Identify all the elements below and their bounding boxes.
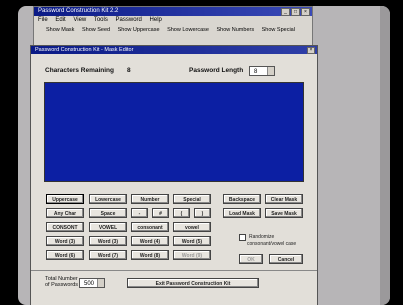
desktop-edge [380,6,390,305]
password-length-label: Password Length [189,67,244,74]
randomize-label-2: consonant/vowel case [247,241,297,247]
word-6-button[interactable]: Word (6) [46,250,84,260]
show-lowercase-button[interactable]: Show Lowercase [167,27,209,33]
show-mask-button[interactable]: Show Mask [46,27,74,33]
menu-bar: File Edit View Tools Password Help [34,16,312,25]
special-button[interactable]: Special [173,194,211,204]
close-icon[interactable]: × [301,8,310,16]
show-numbers-button[interactable]: Show Numbers [216,27,254,33]
editor-titlebar[interactable]: Password Construction Kit - Mask Editor … [31,46,317,54]
vowel-button[interactable]: vowel [173,222,211,232]
menu-password[interactable]: Password [116,17,142,23]
maximize-icon[interactable]: □ [291,8,300,16]
number-button[interactable]: Number [131,194,169,204]
total-number-label-2: of Passwords [45,282,79,288]
characters-remaining-value: 8 [127,67,131,74]
clear-mask-button[interactable]: Clear Mask [265,194,303,204]
any-char-button[interactable]: Any Char [46,208,84,218]
vowel-upper-button[interactable]: VOWEL [89,222,127,232]
consont-button[interactable]: CONSONT [46,222,84,232]
menu-view[interactable]: View [73,17,86,23]
characters-remaining-label: Characters Remaining [45,67,114,74]
total-spinner-arrows-icon[interactable] [97,279,104,287]
word-3-button[interactable]: Word (3) [46,236,84,246]
main-window: Password Construction Kit 2.2 _ □ × File… [33,6,313,46]
toolbar: Show Mask Show Seed Show Uppercase Show … [34,25,312,35]
consonant-button[interactable]: consonant [131,222,169,232]
mask-display[interactable] [44,82,304,182]
menu-file[interactable]: File [38,17,48,23]
show-uppercase-button[interactable]: Show Uppercase [118,27,160,33]
uppercase-button[interactable]: Uppercase [46,194,84,204]
open-bracket-button[interactable]: ( [173,208,190,218]
backspace-button[interactable]: Backspace [223,194,261,204]
hash-button[interactable]: # [152,208,169,218]
show-special-button[interactable]: Show Special [262,27,295,33]
main-titlebar[interactable]: Password Construction Kit 2.2 _ □ × [34,7,312,16]
total-number-spinner[interactable]: 500 [79,278,105,288]
space-button[interactable]: Space [89,208,127,218]
minimize-icon[interactable]: _ [281,8,290,16]
password-length-spinner[interactable]: 8 [249,66,275,76]
show-seed-button[interactable]: Show Seed [82,27,110,33]
word-3b-button[interactable]: Word (3) [89,236,127,246]
randomize-label-1: Randomize [249,234,275,240]
randomize-checkbox[interactable] [239,234,246,241]
exit-button[interactable]: Exit Password Construction Kit [127,278,259,288]
word-8-button[interactable]: Word (8) [131,250,169,260]
menu-tools[interactable]: Tools [94,17,108,23]
screen: Password Construction Kit 2.2 _ □ × File… [18,6,390,305]
password-length-value: 8 [254,69,258,75]
mask-editor-window: Password Construction Kit - Mask Editor … [30,45,318,305]
ok-button[interactable]: OK [239,254,263,264]
total-number-value: 500 [84,281,95,287]
editor-close-icon[interactable]: × [307,47,315,54]
word-4-button[interactable]: Word (4) [131,236,169,246]
word-5-button[interactable]: Word (5) [173,236,211,246]
cancel-button[interactable]: Cancel [269,254,303,264]
word-9-button[interactable]: Word (9) [173,250,211,260]
menu-edit[interactable]: Edit [55,17,65,23]
editor-title: Password Construction Kit - Mask Editor [35,47,134,53]
spinner-arrows-icon[interactable] [267,67,274,75]
save-mask-button[interactable]: Save Mask [265,208,303,218]
close-bracket-button[interactable]: ) [194,208,211,218]
randomize-option[interactable]: Randomize consonant/vowel case [239,234,296,247]
word-7-button[interactable]: Word (7) [89,250,127,260]
lowercase-button[interactable]: Lowercase [89,194,127,204]
divider [31,270,317,271]
main-title: Password Construction Kit 2.2 [38,8,119,14]
dash-button[interactable]: - [131,208,148,218]
menu-help[interactable]: Help [150,17,162,23]
total-number-label: Total Number of Passwords [45,276,78,288]
load-mask-button[interactable]: Load Mask [223,208,261,218]
